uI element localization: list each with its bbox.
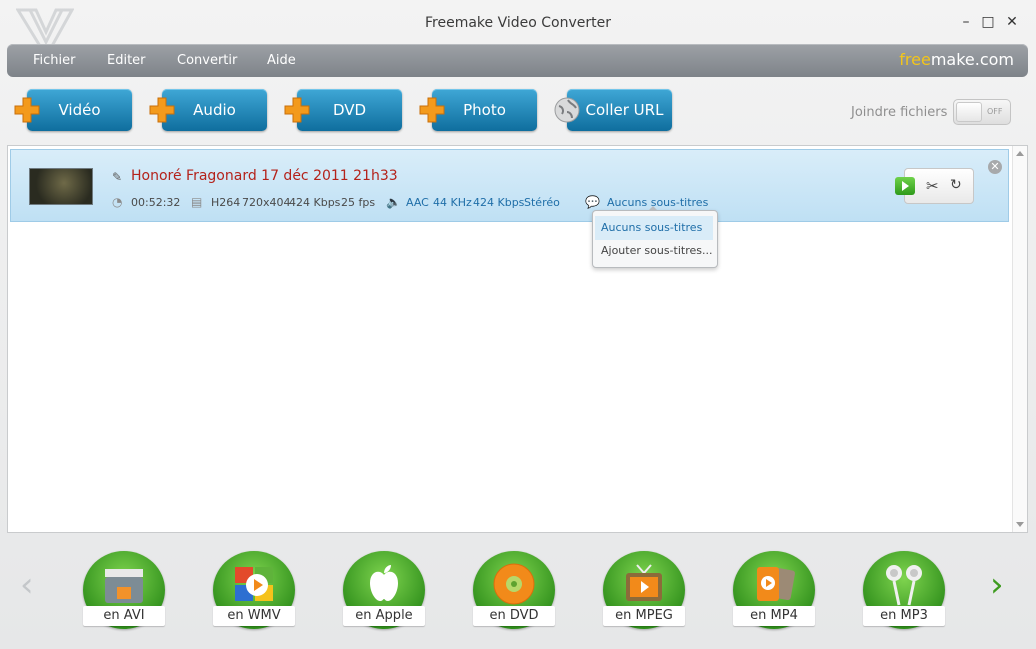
file-name[interactable]: Honoré Fragonard 17 déc 2011 21h33 bbox=[131, 168, 398, 184]
add-audio-button[interactable]: Audio bbox=[162, 89, 267, 131]
scroll-down-icon[interactable] bbox=[1016, 522, 1024, 527]
tv-icon bbox=[626, 564, 662, 601]
file-list: ✎ Honoré Fragonard 17 déc 2011 21h33 ◔ 0… bbox=[7, 145, 1028, 533]
join-files-toggle[interactable]: OFF bbox=[953, 99, 1011, 125]
format-wmv-button[interactable]: en WMV bbox=[213, 551, 295, 629]
format-label: en MPEG bbox=[603, 606, 685, 626]
paste-url-button[interactable]: Coller URL bbox=[567, 89, 672, 131]
media-player-icon bbox=[757, 567, 795, 601]
menu-fichier[interactable]: Fichier bbox=[33, 53, 76, 68]
add-photo-button[interactable]: Photo bbox=[432, 89, 537, 131]
film-strip-icon: ▤ bbox=[191, 195, 203, 209]
subtitle-option-add[interactable]: Ajouter sous-titres... bbox=[595, 239, 713, 263]
format-label: en MP3 bbox=[863, 606, 945, 626]
rotate-icon: ↻ bbox=[950, 177, 962, 193]
menu-editer[interactable]: Editer bbox=[107, 53, 146, 68]
format-mp4-button[interactable]: en MP4 bbox=[733, 551, 815, 629]
globe-icon bbox=[554, 97, 580, 123]
audio-bitrate[interactable]: 424 Kbps bbox=[473, 196, 524, 209]
close-window-button[interactable]: ✕ bbox=[1004, 14, 1020, 30]
format-label: en Apple bbox=[343, 606, 425, 626]
minimize-button[interactable]: – bbox=[958, 14, 974, 30]
audio-codec[interactable]: AAC bbox=[406, 196, 429, 209]
earphones-icon bbox=[886, 565, 922, 606]
video-thumbnail[interactable] bbox=[29, 168, 93, 205]
menu-convertir[interactable]: Convertir bbox=[177, 53, 237, 68]
menu-bar: Fichier Editer Convertir Aide freemake.c… bbox=[7, 44, 1028, 77]
video-codec: H264 bbox=[211, 196, 241, 209]
join-files-label: Joindre fichiers bbox=[851, 105, 948, 120]
disc-icon bbox=[493, 563, 535, 605]
subtitles-dropdown: Aucuns sous-titres Ajouter sous-titres..… bbox=[592, 206, 718, 268]
brand-prefix: free bbox=[899, 50, 931, 69]
vertical-scrollbar[interactable] bbox=[1012, 146, 1027, 532]
maximize-button[interactable]: □ bbox=[980, 14, 996, 30]
clapperboard-icon bbox=[105, 569, 143, 603]
brand-link[interactable]: freemake.com bbox=[899, 50, 1014, 69]
format-apple-button[interactable]: en Apple bbox=[343, 551, 425, 629]
toggle-knob bbox=[956, 102, 982, 122]
plus-icon bbox=[419, 97, 445, 123]
plus-icon bbox=[149, 97, 175, 123]
toggle-state: OFF bbox=[987, 107, 1003, 116]
scissors-icon: ✂ bbox=[926, 177, 939, 195]
menu-aide[interactable]: Aide bbox=[267, 53, 296, 68]
add-video-button[interactable]: Vidéo bbox=[27, 89, 132, 131]
format-mp3-button[interactable]: en MP3 bbox=[863, 551, 945, 629]
audio-channels[interactable]: Stéréo bbox=[524, 196, 560, 209]
clock-icon: ◔ bbox=[112, 195, 123, 209]
subtitle-option-none[interactable]: Aucuns sous-titres bbox=[595, 216, 713, 240]
windows-media-icon bbox=[235, 567, 273, 601]
apple-icon bbox=[370, 565, 398, 601]
scroll-formats-left-icon[interactable]: ‹ bbox=[20, 568, 34, 602]
speech-bubble-icon: 💬 bbox=[585, 195, 600, 209]
title-bar: Freemake Video Converter – □ ✕ bbox=[0, 0, 1036, 48]
duration: 00:52:32 bbox=[131, 196, 181, 209]
format-label: en DVD bbox=[473, 606, 555, 626]
plus-icon bbox=[14, 97, 40, 123]
add-dvd-button[interactable]: DVD bbox=[297, 89, 402, 131]
remove-file-icon[interactable]: ✕ bbox=[988, 160, 1002, 174]
frame-rate: 25 fps bbox=[341, 196, 376, 209]
video-bitrate: 424 Kbps bbox=[289, 196, 341, 209]
plus-icon bbox=[284, 97, 310, 123]
window-title: Freemake Video Converter bbox=[425, 15, 611, 31]
format-label: en AVI bbox=[83, 606, 165, 626]
scroll-up-icon[interactable] bbox=[1016, 151, 1024, 156]
speaker-icon: 🔈 bbox=[386, 195, 401, 209]
format-dvd-button[interactable]: en DVD bbox=[473, 551, 555, 629]
format-mpeg-button[interactable]: en MPEG bbox=[603, 551, 685, 629]
pencil-icon[interactable]: ✎ bbox=[112, 170, 122, 184]
format-label: en WMV bbox=[213, 606, 295, 626]
sample-rate[interactable]: 44 KHz bbox=[433, 196, 472, 209]
play-preview-button[interactable] bbox=[895, 177, 915, 195]
format-avi-button[interactable]: en AVI bbox=[83, 551, 165, 629]
file-row[interactable]: ✎ Honoré Fragonard 17 déc 2011 21h33 ◔ 0… bbox=[10, 149, 1009, 222]
resolution: 720x404 bbox=[242, 196, 291, 209]
scroll-formats-right-icon[interactable]: › bbox=[990, 568, 1004, 602]
app-window: Freemake Video Converter – □ ✕ Fichier E… bbox=[0, 0, 1036, 649]
brand-suffix: make.com bbox=[930, 50, 1014, 69]
format-label: en MP4 bbox=[733, 606, 815, 626]
